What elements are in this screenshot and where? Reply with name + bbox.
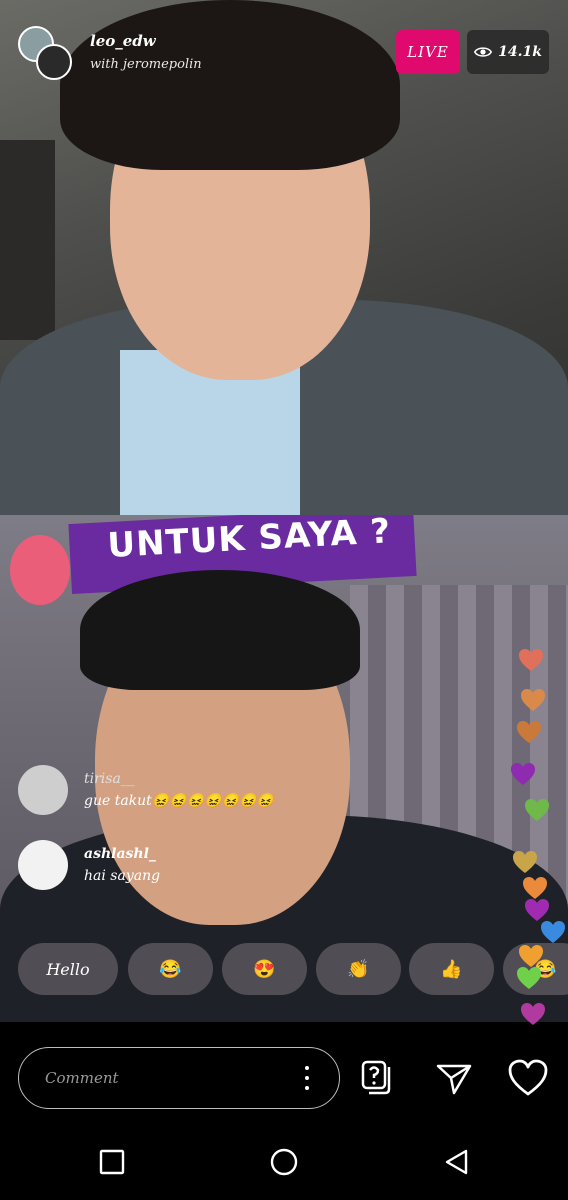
- floating-heart-icon: [520, 1002, 546, 1026]
- commenter-avatar[interactable]: [18, 765, 68, 815]
- comment-item[interactable]: tirisa__ gue takut😖😖😖😖😖😖😖: [18, 765, 274, 815]
- host-username[interactable]: leo_edw: [90, 32, 156, 50]
- send-button[interactable]: [434, 1058, 474, 1098]
- live-badge: LIVE: [396, 30, 460, 74]
- comment-placeholder: Comment: [45, 1069, 119, 1087]
- floating-heart-icon: [516, 720, 542, 744]
- background-door: [0, 140, 55, 340]
- send-icon: [436, 1064, 472, 1095]
- floating-heart-icon: [524, 898, 550, 922]
- quick-reply-thumbs-up[interactable]: 👍: [409, 943, 494, 995]
- question-button[interactable]: [358, 1058, 398, 1098]
- comment-input[interactable]: Comment: [18, 1047, 340, 1109]
- floating-heart-icon: [540, 920, 566, 944]
- guest-hair: [80, 570, 360, 690]
- filter-decoration: [10, 535, 70, 605]
- floating-heart-icon: [524, 798, 550, 822]
- back-triangle-icon[interactable]: [442, 1148, 470, 1176]
- commenter-username[interactable]: tirisa__: [84, 771, 274, 787]
- guest-with-label[interactable]: with jeromepolin: [90, 57, 202, 72]
- commenter-username[interactable]: ashlashl_: [84, 846, 160, 862]
- floating-heart-icon: [518, 648, 544, 672]
- floating-heart-icon: [512, 850, 538, 874]
- quick-reply-clap[interactable]: 👏: [316, 943, 401, 995]
- floating-heart-icon: [518, 944, 544, 968]
- comment-message: hai sayang: [84, 868, 161, 884]
- commenter-avatar[interactable]: [18, 840, 68, 890]
- like-button[interactable]: [508, 1058, 548, 1098]
- host-avatars[interactable]: [18, 26, 74, 80]
- host-hair: [60, 0, 400, 170]
- eye-icon: [474, 47, 493, 57]
- home-circle-icon[interactable]: [270, 1148, 298, 1176]
- floating-heart-icon: [516, 966, 542, 990]
- quick-reply-hello[interactable]: Hello: [18, 943, 118, 995]
- viewer-count-button[interactable]: 14.1k: [467, 30, 549, 74]
- more-vertical-icon[interactable]: [305, 1065, 309, 1091]
- guest-avatar[interactable]: [36, 44, 72, 80]
- heart-outline-icon: [508, 1059, 548, 1096]
- quick-reply-laugh[interactable]: 😂: [128, 943, 213, 995]
- host-video: [0, 0, 568, 515]
- question-box-icon: [361, 1060, 391, 1095]
- floating-heart-icon: [520, 688, 546, 712]
- floating-heart-icon: [510, 762, 536, 786]
- floating-heart-icon: [522, 876, 548, 900]
- viewer-count: 14.1k: [498, 44, 542, 60]
- comment-item[interactable]: ashlashl_ hai sayang: [18, 840, 160, 890]
- quick-reply-heart-eyes[interactable]: 😍: [222, 943, 307, 995]
- recents-square-icon[interactable]: [98, 1148, 126, 1176]
- filter-banner-text: UNTUK SAYA ?: [106, 515, 393, 567]
- comment-message: gue takut😖😖😖😖😖😖😖: [84, 793, 274, 809]
